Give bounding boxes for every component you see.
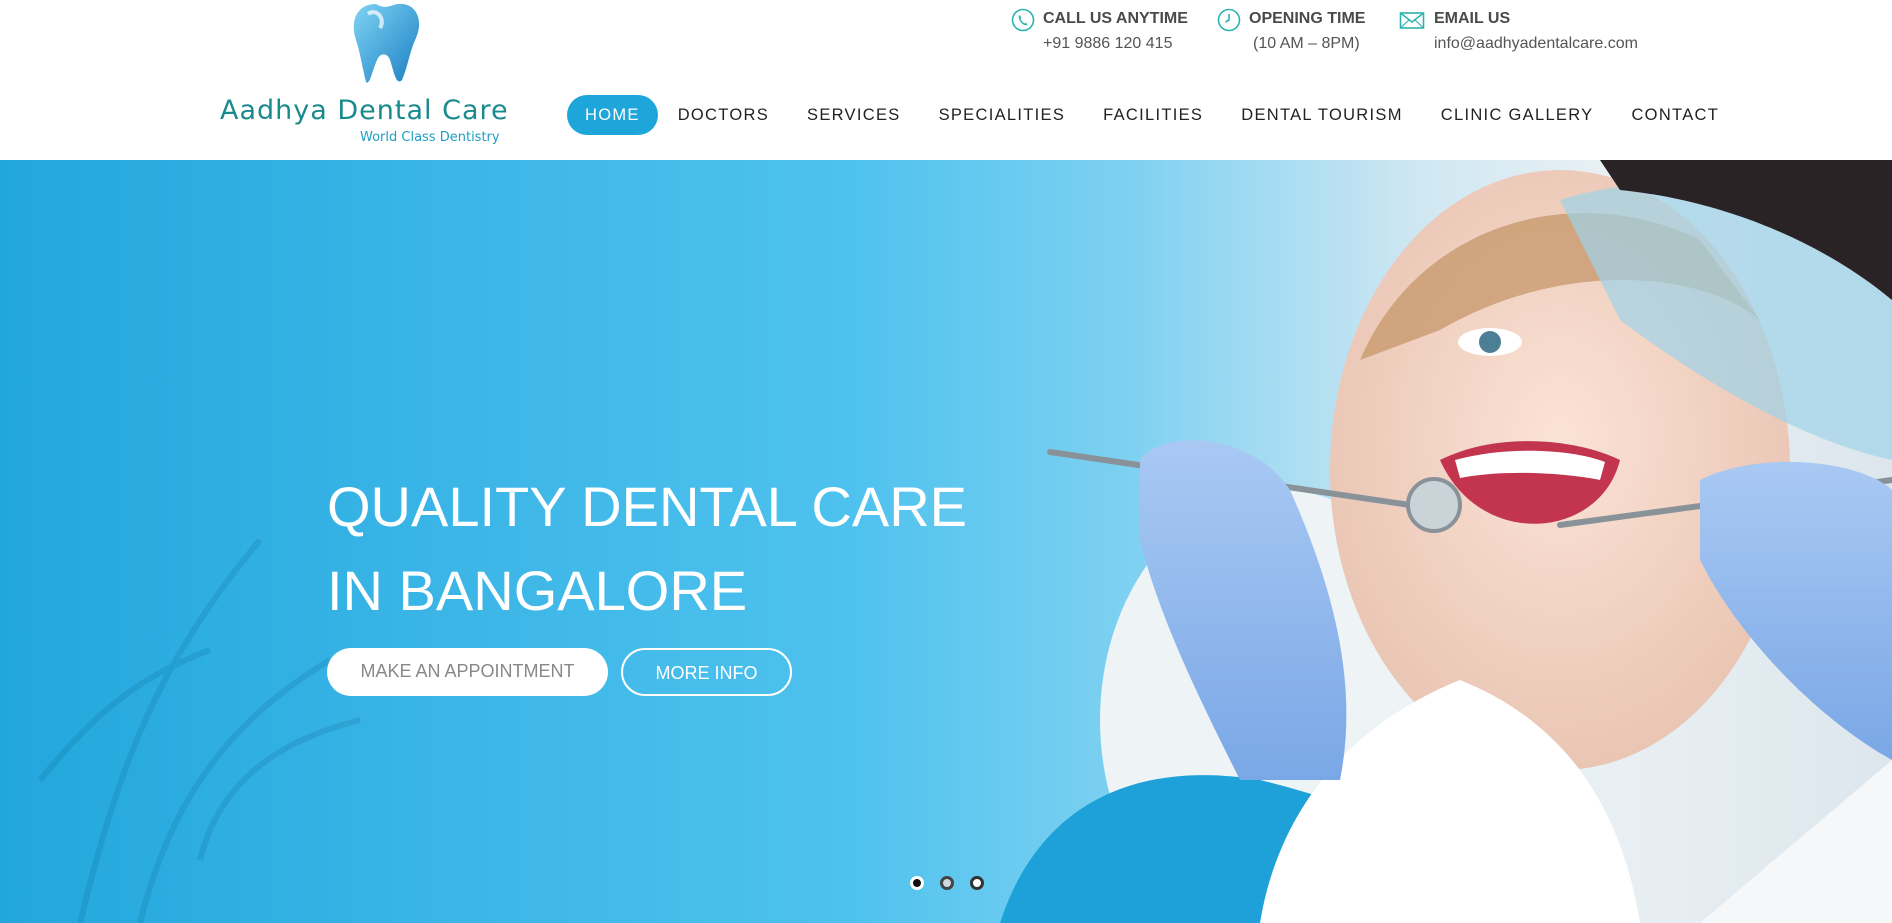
contact-email-value[interactable]: info@aadhyadentalcare.com	[1434, 35, 1638, 53]
brand-tagline: World Class Dentistry	[360, 130, 500, 145]
phone-icon	[1011, 8, 1035, 32]
tooth-logo-icon	[353, 3, 420, 83]
contact-hours-title: OPENING TIME	[1249, 10, 1366, 27]
hero-headline: QUALITY DENTAL CARE IN BANGALORE	[327, 465, 967, 633]
nav-home[interactable]: HOME	[567, 95, 658, 135]
contact-hours-value: (10 AM – 8PM)	[1253, 35, 1360, 52]
nav-doctors[interactable]: DOCTORS	[660, 95, 787, 135]
nav-dental-tourism[interactable]: DENTAL TOURISM	[1223, 95, 1421, 135]
nav-facilities[interactable]: FACILITIES	[1085, 95, 1221, 135]
hero-headline-line2: IN BANGALORE	[327, 559, 748, 622]
nav-specialities[interactable]: SPECIALITIES	[921, 95, 1084, 135]
nav-contact[interactable]: CONTACT	[1613, 95, 1737, 135]
contact-call-title: CALL US ANYTIME	[1043, 10, 1188, 27]
hero-slider: QUALITY DENTAL CARE IN BANGALORE MAKE AN…	[0, 160, 1892, 923]
main-nav: HOME DOCTORS SERVICES SPECIALITIES FACIL…	[567, 95, 1739, 135]
slide-dot-1[interactable]	[910, 876, 924, 890]
nav-services[interactable]: SERVICES	[789, 95, 919, 135]
slider-pagination	[910, 876, 1000, 890]
make-appointment-button[interactable]: MAKE AN APPOINTMENT	[327, 648, 608, 696]
slide-dot-2[interactable]	[940, 876, 954, 890]
slide-dot-3[interactable]	[970, 876, 984, 890]
logo[interactable]: Aadhya Dental Care World Class Dentistry	[218, 0, 528, 150]
brand-name: Aadhya Dental Care	[220, 95, 509, 126]
nav-clinic-gallery[interactable]: CLINIC GALLERY	[1423, 95, 1612, 135]
clock-icon	[1217, 8, 1241, 32]
hero-headline-line1: QUALITY DENTAL CARE	[327, 475, 968, 538]
envelope-icon	[1399, 12, 1425, 29]
contact-email-title: EMAIL US	[1434, 10, 1511, 27]
contact-call-value[interactable]: +91 9886 120 415	[1043, 35, 1172, 53]
site-header: Aadhya Dental Care World Class Dentistry…	[0, 0, 1892, 160]
more-info-button[interactable]: MORE INFO	[621, 648, 792, 696]
